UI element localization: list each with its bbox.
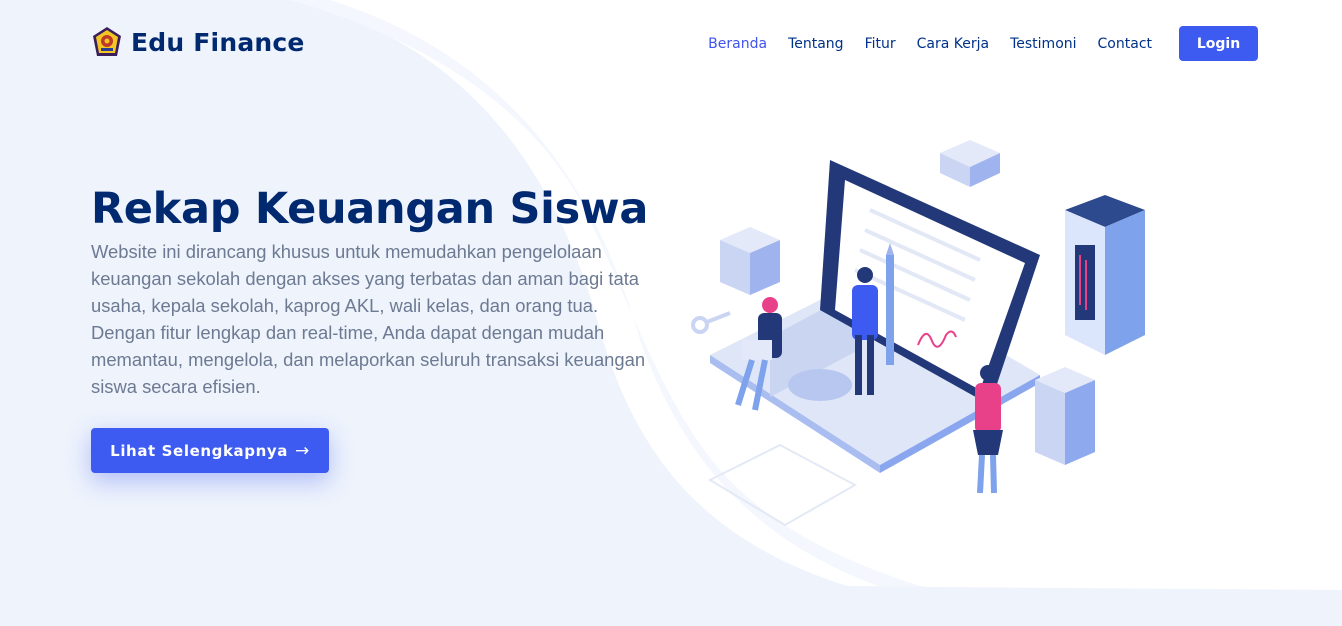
nav-item-testimoni[interactable]: Testimoni — [1010, 36, 1076, 52]
brand-logo[interactable]: Edu Finance — [91, 26, 305, 58]
nav-item-fitur[interactable]: Fitur — [865, 36, 896, 52]
arrow-right-icon: → — [294, 440, 310, 461]
isometric-laptop-finance-illustration — [691, 140, 1145, 527]
lihat-selengkapnya-button[interactable]: Lihat Selengkapnya → — [91, 428, 329, 473]
site-header: Edu Finance Beranda Tentang Fitur Cara K… — [0, 0, 1342, 86]
brand-name: Edu Finance — [131, 27, 305, 57]
hero-section: Rekap Keuangan Siswa Website ini diranca… — [91, 184, 651, 473]
cta-label: Lihat Selengkapnya — [110, 441, 288, 460]
hero-title: Rekap Keuangan Siswa — [91, 184, 649, 234]
nav-item-tentang[interactable]: Tentang — [788, 36, 844, 52]
school-emblem-icon — [93, 27, 121, 56]
nav-item-contact[interactable]: Contact — [1098, 36, 1152, 52]
nav-item-beranda[interactable]: Beranda — [708, 36, 767, 52]
nav-item-cara-kerja[interactable]: Cara Kerja — [917, 36, 989, 52]
login-button[interactable]: Login — [1179, 26, 1258, 61]
main-nav: Beranda Tentang Fitur Cara Kerja Testimo… — [708, 26, 1258, 61]
hero-description: Website ini dirancang khusus untuk memud… — [91, 241, 646, 397]
